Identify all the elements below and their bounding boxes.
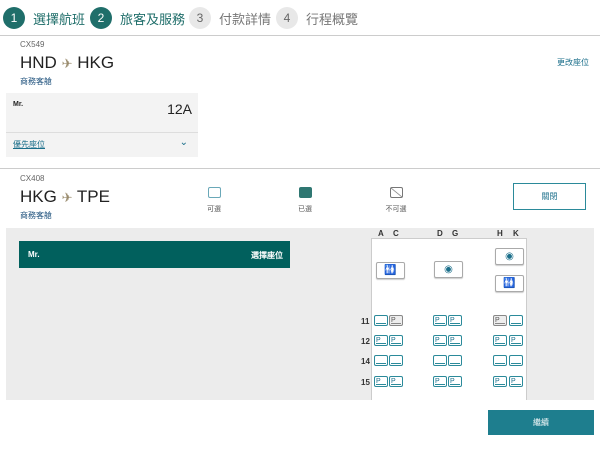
seat-premium[interactable]: P — [448, 376, 462, 387]
seat-available[interactable] — [374, 355, 388, 366]
available-seat-icon — [207, 187, 221, 198]
seat-number: 12A — [167, 101, 192, 117]
seat-unavailable: P — [389, 315, 403, 326]
continue-button[interactable]: 繼續 — [488, 410, 594, 435]
close-button[interactable]: 關閉 — [513, 183, 586, 210]
plane-icon: ✈ — [61, 190, 73, 205]
column-label: G — [452, 229, 459, 238]
divider — [0, 168, 600, 169]
legend-label: 可選 — [207, 206, 221, 213]
row-label: 12 — [361, 337, 370, 346]
progress-steps: 1 選擇航班 2 旅客及服務 3 付款詳情 4 行程概覽 — [0, 0, 600, 36]
seat-premium[interactable]: P — [433, 376, 447, 387]
route: HKG ✈ TPE — [20, 187, 110, 207]
legend-selected: 已選 — [285, 187, 325, 214]
origin: HND — [20, 53, 57, 72]
unavailable-seat-icon — [389, 187, 403, 198]
seat-available[interactable] — [509, 315, 523, 326]
galley-icon: ◉ — [495, 248, 524, 265]
lavatory-icon: 🚻 — [495, 275, 524, 292]
change-seat-link[interactable]: 更改座位 — [557, 57, 589, 68]
cabin-class: 商務客艙 — [20, 77, 52, 86]
lavatory-icon: 🚻 — [376, 262, 405, 279]
legend-label: 已選 — [298, 206, 312, 213]
seat-unavailable: P — [493, 315, 507, 326]
step-label: 旅客及服務 — [120, 11, 186, 27]
seat-available[interactable] — [448, 355, 462, 366]
seat-premium[interactable]: P — [448, 315, 462, 326]
step-number: 4 — [276, 7, 298, 29]
step-number: 2 — [90, 7, 112, 29]
seat-premium[interactable]: P — [374, 376, 388, 387]
legend-unavailable: 不可選 — [376, 187, 416, 214]
column-label: C — [393, 229, 399, 238]
priority-seat-link[interactable]: 優先座位 — [13, 139, 45, 150]
passenger-seat-card: Mr. 12A 優先座位 ⌄ — [6, 93, 198, 157]
step-number: 1 — [3, 7, 25, 29]
seat-premium[interactable]: P — [509, 376, 523, 387]
step-select-flight[interactable]: 1 選擇航班 — [3, 7, 85, 29]
origin: HKG — [20, 187, 57, 206]
passenger-bar[interactable]: Mr. 選擇座位 — [19, 241, 290, 268]
chevron-down-icon[interactable]: ⌄ — [180, 137, 188, 148]
destination: TPE — [76, 187, 110, 206]
row-label: 11 — [361, 317, 370, 326]
seat-premium[interactable]: P — [389, 376, 403, 387]
seat-premium[interactable]: P — [493, 376, 507, 387]
seat-available[interactable] — [389, 355, 403, 366]
route: HND ✈ HKG — [20, 53, 114, 73]
select-seat-label: 選擇座位 — [251, 251, 283, 260]
step-passengers[interactable]: 2 旅客及服務 — [90, 7, 185, 29]
flight-number: CX549 — [20, 40, 45, 49]
seat-premium[interactable]: P — [509, 335, 523, 346]
column-label: D — [437, 229, 443, 238]
seat-premium[interactable]: P — [389, 335, 403, 346]
destination: HKG — [77, 53, 115, 72]
row-label: 14 — [361, 357, 370, 366]
step-summary: 4 行程概覽 — [276, 7, 358, 29]
cabin-class: 商務客艙 — [20, 211, 52, 220]
column-label: H — [497, 229, 503, 238]
seat-premium[interactable]: P — [433, 315, 447, 326]
seat-premium[interactable]: P — [433, 335, 447, 346]
divider — [6, 132, 198, 133]
seat-available[interactable] — [374, 315, 388, 326]
step-payment: 3 付款詳情 — [189, 7, 271, 29]
step-label: 付款詳情 — [219, 11, 272, 27]
step-number: 3 — [189, 7, 211, 29]
passenger-name: Mr. — [28, 250, 40, 259]
flight-number: CX408 — [20, 174, 45, 183]
seat-available[interactable] — [433, 355, 447, 366]
plane-icon: ✈ — [61, 56, 73, 71]
seat-premium[interactable]: P — [493, 335, 507, 346]
step-label: 選擇航班 — [33, 11, 86, 27]
step-label: 行程概覽 — [306, 11, 359, 27]
column-label: A — [378, 229, 384, 238]
seat-premium[interactable]: P — [374, 335, 388, 346]
legend-available: 可選 — [194, 187, 234, 214]
passenger-name: Mr. — [13, 101, 24, 108]
galley-icon: ◉ — [434, 261, 463, 278]
seat-available[interactable] — [493, 355, 507, 366]
selected-seat-icon — [298, 187, 312, 198]
seat-premium[interactable]: P — [448, 335, 462, 346]
column-label: K — [513, 229, 519, 238]
row-label: 15 — [361, 378, 370, 387]
seat-available[interactable] — [509, 355, 523, 366]
legend-label: 不可選 — [385, 206, 407, 213]
